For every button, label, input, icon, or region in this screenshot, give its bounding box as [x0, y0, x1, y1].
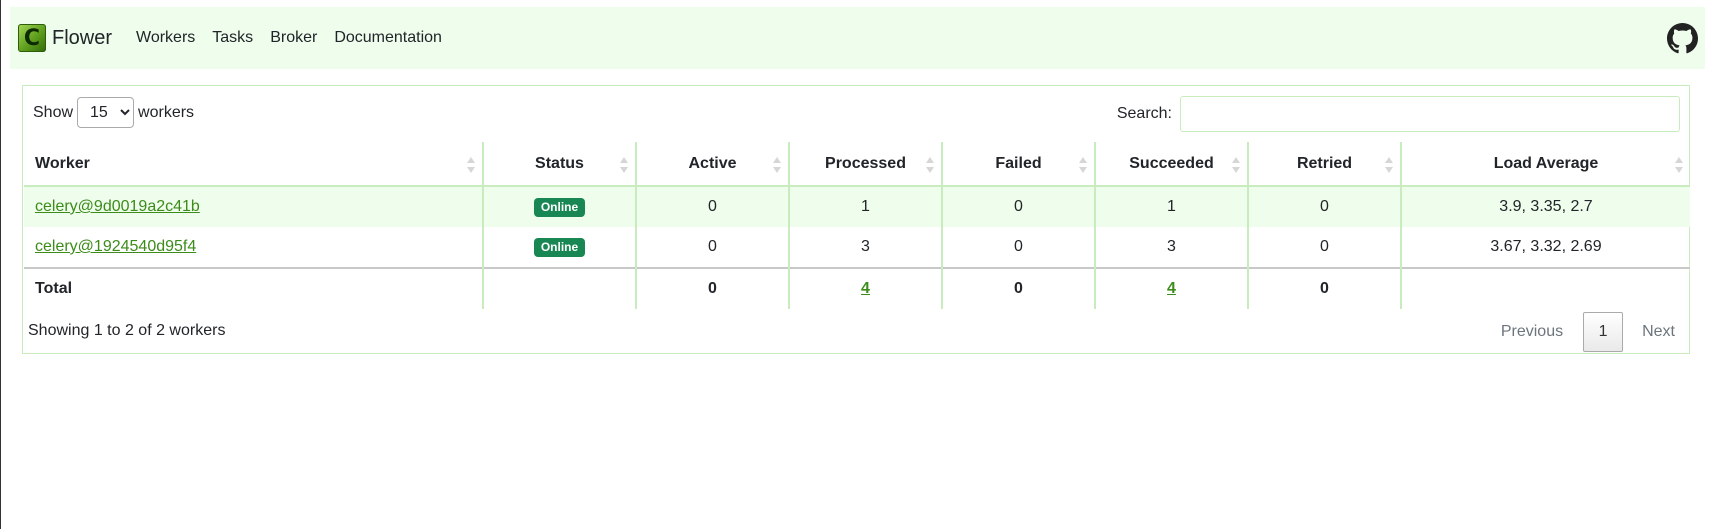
col-succeeded[interactable]: Succeeded	[1095, 142, 1249, 187]
processed-cell: 1	[789, 186, 943, 227]
total-succeeded-link[interactable]: 4	[1167, 280, 1176, 297]
table-info: Showing 1 to 2 of 2 workers	[28, 322, 226, 339]
page-1-button[interactable]: 1	[1583, 312, 1624, 352]
search-control: Search:	[1117, 96, 1680, 132]
search-input[interactable]	[1180, 96, 1680, 132]
failed-cell: 0	[942, 186, 1096, 227]
brand[interactable]: C Flower	[18, 24, 112, 52]
table-row: celery@9d0019a2c41b Online 0 1 0 1 0 3.9…	[24, 186, 1690, 227]
nav-tasks[interactable]: Tasks	[212, 29, 253, 47]
workers-panel: Show 15 workers Search: Worker Status Ac…	[22, 85, 1690, 354]
sort-icon	[467, 157, 475, 173]
total-status-cell	[483, 267, 637, 309]
previous-button[interactable]: Previous	[1501, 323, 1563, 341]
workers-table: Worker Status Active Processed Failed Su…	[24, 142, 1690, 309]
total-load-cell	[1401, 267, 1690, 309]
page-length-control: Show 15 workers	[33, 97, 194, 128]
sort-icon	[1385, 157, 1393, 173]
col-load-average[interactable]: Load Average	[1401, 142, 1690, 187]
table-row: celery@1924540d95f4 Online 0 3 0 3 0 3.6…	[24, 227, 1690, 268]
nav-workers[interactable]: Workers	[136, 29, 195, 47]
total-row: Total 0 4 0 4 0	[24, 267, 1690, 309]
brand-name: Flower	[52, 26, 113, 49]
total-retried: 0	[1248, 267, 1402, 309]
next-button[interactable]: Next	[1642, 323, 1675, 341]
pagination: Previous 1 Next	[1501, 312, 1675, 352]
col-processed[interactable]: Processed	[789, 142, 943, 187]
col-status[interactable]: Status	[483, 142, 637, 187]
worker-link[interactable]: celery@1924540d95f4	[35, 238, 196, 255]
sort-icon	[1079, 157, 1087, 173]
search-label: Search:	[1116, 105, 1172, 122]
nav-documentation[interactable]: Documentation	[334, 29, 442, 47]
navbar: C Flower Workers Tasks Broker Documentat…	[10, 7, 1705, 69]
status-badge: Online	[533, 197, 586, 217]
load-average-cell: 3.67, 3.32, 2.69	[1490, 238, 1602, 255]
active-cell: 0	[636, 186, 790, 227]
nav-broker[interactable]: Broker	[270, 29, 317, 47]
retried-cell: 0	[1248, 186, 1402, 227]
show-label: Show	[33, 103, 74, 121]
flower-logo-icon: C	[18, 24, 46, 52]
total-failed: 0	[942, 267, 1096, 309]
total-label: Total	[24, 267, 484, 309]
succeeded-cell: 1	[1095, 186, 1249, 227]
sort-icon	[926, 157, 934, 173]
page-length-select[interactable]: 15	[77, 97, 135, 128]
sort-icon	[1675, 157, 1683, 173]
active-cell: 0	[636, 227, 790, 268]
header-row: Worker Status Active Processed Failed Su…	[24, 142, 1690, 187]
status-badge: Online	[533, 237, 586, 257]
total-processed-link[interactable]: 4	[861, 280, 870, 297]
sort-icon	[1232, 157, 1240, 173]
total-active: 0	[636, 267, 790, 309]
col-retried[interactable]: Retried	[1248, 142, 1402, 187]
load-average-cell: 3.9, 3.35, 2.7	[1401, 186, 1690, 227]
worker-link[interactable]: celery@9d0019a2c41b	[35, 198, 200, 215]
sort-icon	[620, 157, 628, 173]
processed-cell: 3	[789, 227, 943, 268]
col-failed[interactable]: Failed	[942, 142, 1096, 187]
failed-cell: 0	[942, 227, 1096, 268]
col-worker[interactable]: Worker	[24, 142, 484, 187]
succeeded-cell: 3	[1095, 227, 1249, 268]
github-icon[interactable]	[1667, 23, 1698, 54]
sort-icon	[773, 157, 781, 173]
col-active[interactable]: Active	[636, 142, 790, 187]
workers-label: workers	[138, 103, 195, 121]
retried-cell: 0	[1248, 227, 1402, 268]
